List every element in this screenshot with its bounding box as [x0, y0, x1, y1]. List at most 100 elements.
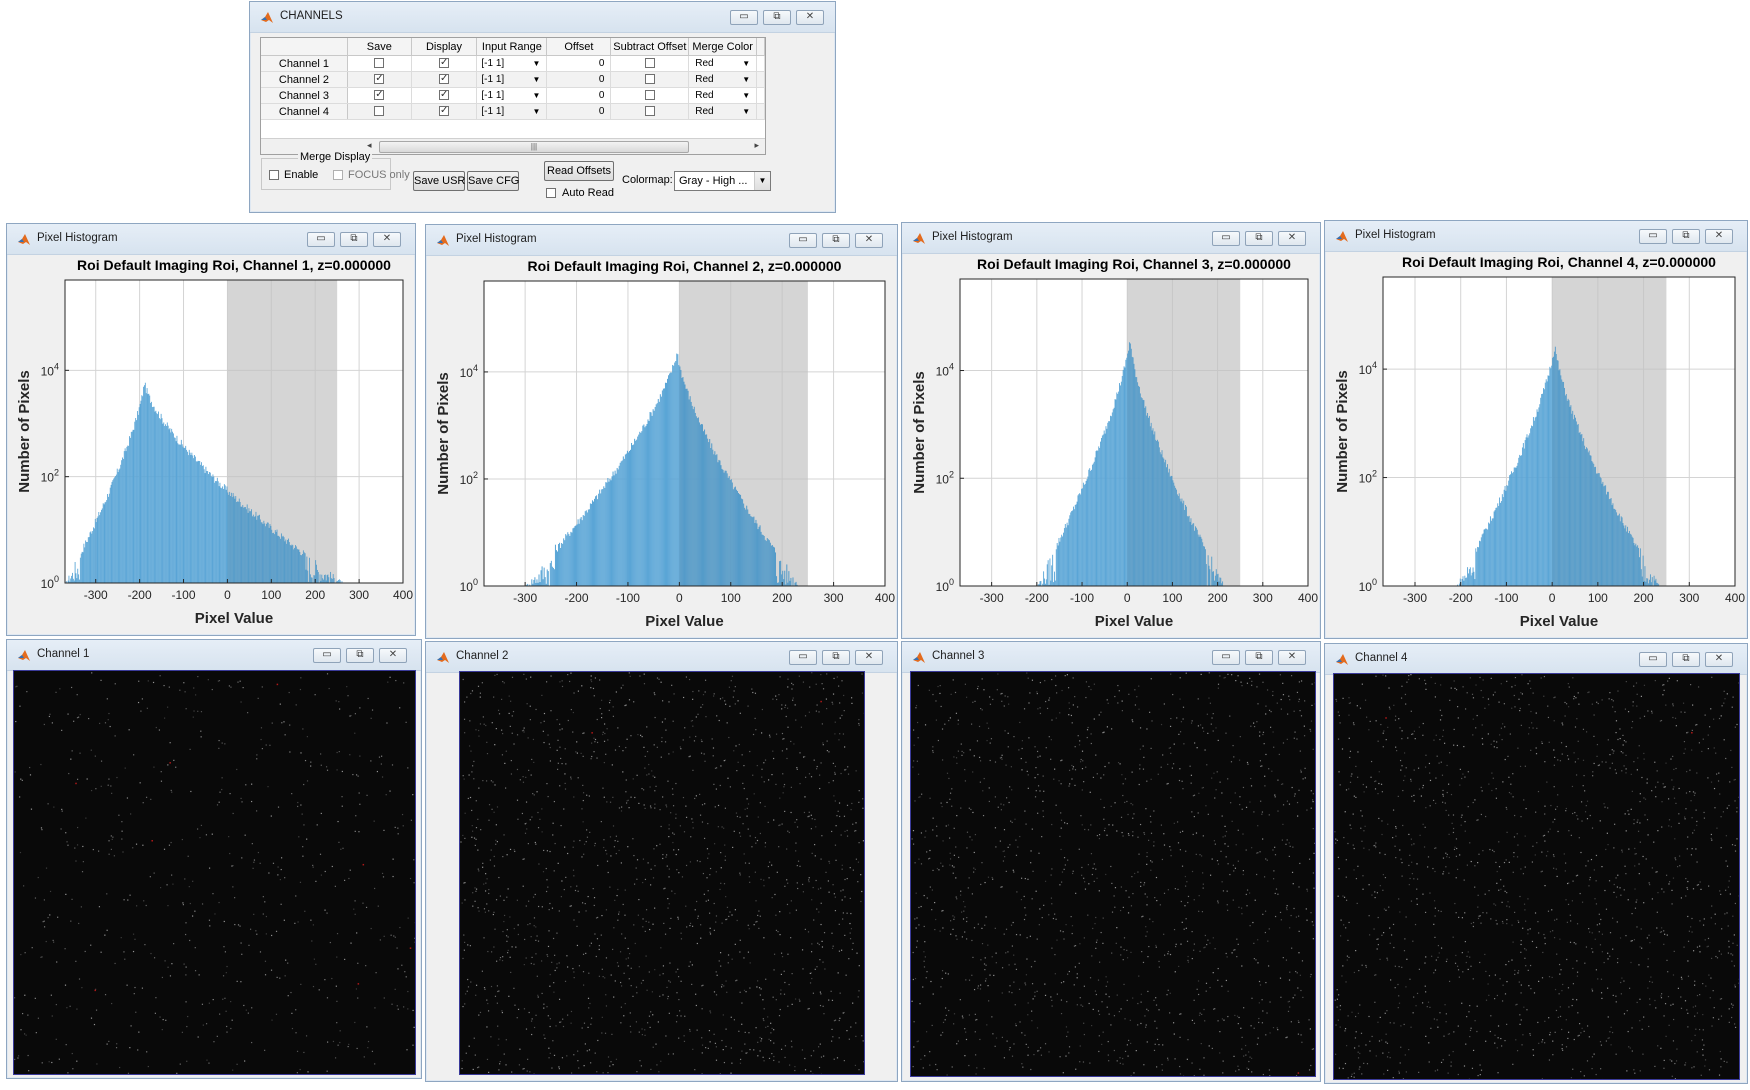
save-checkbox[interactable]: ✓ — [374, 74, 385, 85]
maximize-button[interactable]: ⧉ — [822, 650, 850, 665]
window-titlebar[interactable]: Pixel Histogram ▭ ⧉ ✕ — [1325, 221, 1747, 252]
subtract-offset-checkbox[interactable] — [644, 58, 655, 69]
close-button[interactable]: ✕ — [855, 650, 883, 665]
channel-image[interactable] — [1333, 673, 1740, 1080]
chevron-down-icon[interactable]: ▼ — [532, 75, 540, 84]
minimize-button[interactable]: ▭ — [307, 232, 335, 247]
input-range-cell[interactable]: [-1 1] ▼ — [476, 103, 548, 120]
merge-color-cell[interactable]: Red ▼ — [688, 71, 758, 88]
maximize-button[interactable]: ⧉ — [340, 232, 368, 247]
scroll-left-icon[interactable]: ◂ — [367, 140, 372, 151]
chevron-down-icon[interactable]: ▼ — [532, 59, 540, 68]
enable-checkbox[interactable] — [269, 170, 279, 180]
channel-image[interactable] — [459, 671, 865, 1075]
maximize-button[interactable]: ⧉ — [1245, 650, 1273, 665]
maximize-button[interactable]: ⧉ — [1672, 652, 1700, 667]
merge-color-cell[interactable]: Red ▼ — [688, 87, 758, 104]
input-range-cell[interactable]: [-1 1] ▼ — [476, 55, 548, 72]
minimize-button[interactable]: ▭ — [1212, 231, 1240, 246]
display-checkbox[interactable]: ✓ — [439, 106, 450, 117]
window-titlebar[interactable]: Channel 3 ▭ ⧉ ✕ — [902, 642, 1320, 673]
subtract-offset-checkbox[interactable] — [644, 74, 655, 85]
histogram-bar — [1550, 368, 1552, 586]
merge-color-cell[interactable]: Red ▼ — [688, 55, 758, 72]
input-range-value: [-1 1] — [481, 74, 505, 85]
channel-image[interactable] — [910, 671, 1316, 1077]
maximize-button[interactable]: ⧉ — [822, 233, 850, 248]
save-checkbox[interactable]: ✓ — [374, 90, 385, 101]
save-cfg-button[interactable]: Save CFG — [467, 171, 519, 191]
window-titlebar[interactable]: Pixel Histogram ▭ ⧉ ✕ — [426, 225, 897, 256]
display-checkbox[interactable]: ✓ — [439, 74, 450, 85]
minimize-button[interactable]: ▭ — [313, 648, 341, 663]
display-checkbox[interactable]: ✓ — [439, 58, 450, 69]
save-usr-button[interactable]: Save USR — [413, 171, 465, 191]
merge-color-cell[interactable]: Red ▼ — [688, 103, 758, 120]
histogram-bar — [108, 496, 109, 583]
input-range-cell[interactable]: [-1 1] ▼ — [476, 71, 548, 88]
window-titlebar[interactable]: Channel 2 ▭ ⧉ ✕ — [426, 642, 897, 673]
chevron-down-icon[interactable]: ▼ — [742, 59, 750, 68]
chevron-down-icon[interactable]: ▼ — [742, 91, 750, 100]
chevron-down-icon[interactable]: ▼ — [742, 107, 750, 116]
subtract-offset-checkbox[interactable] — [644, 106, 655, 117]
colormap-select[interactable]: Gray - High ... ▼ — [674, 171, 771, 191]
close-button[interactable]: ✕ — [855, 233, 883, 248]
maximize-button[interactable]: ⧉ — [763, 10, 791, 25]
read-offsets-button[interactable]: Read Offsets — [544, 161, 614, 181]
save-checkbox[interactable] — [374, 106, 385, 117]
chevron-down-icon[interactable]: ▼ — [532, 91, 540, 100]
channel-image[interactable] — [13, 670, 416, 1075]
histogram-bar — [118, 469, 120, 583]
close-button[interactable]: ✕ — [379, 648, 407, 663]
close-button[interactable]: ✕ — [373, 232, 401, 247]
histogram-bar — [594, 498, 596, 586]
chevron-down-icon[interactable]: ▼ — [532, 107, 540, 116]
histogram-bar — [186, 449, 188, 583]
minimize-button[interactable]: ▭ — [1212, 650, 1240, 665]
display-checkbox[interactable]: ✓ — [439, 90, 450, 101]
chevron-down-icon[interactable]: ▼ — [754, 172, 770, 190]
focus-only-checkbox[interactable] — [333, 170, 343, 180]
histogram-bar — [206, 470, 208, 583]
maximize-button[interactable]: ⧉ — [1672, 229, 1700, 244]
close-button[interactable]: ✕ — [1278, 650, 1306, 665]
x-tick-label: 300 — [1253, 591, 1273, 605]
window-titlebar[interactable]: Channel 4 ▭ ⧉ ✕ — [1325, 644, 1747, 675]
minimize-button[interactable]: ▭ — [1639, 652, 1667, 667]
window-titlebar[interactable]: Pixel Histogram ▭ ⧉ ✕ — [902, 223, 1320, 254]
histogram-bar — [576, 524, 578, 586]
window-titlebar[interactable]: Channel 1 ▭ ⧉ ✕ — [7, 640, 421, 671]
histogram-bar — [224, 485, 226, 583]
histogram-bar — [130, 431, 132, 583]
merge-color-value: Red — [695, 58, 714, 69]
close-button[interactable]: ✕ — [1705, 229, 1733, 244]
minimize-button[interactable]: ▭ — [730, 10, 758, 25]
maximize-button[interactable]: ⧉ — [1245, 231, 1273, 246]
scroll-thumb[interactable]: ||| — [379, 141, 689, 153]
offset-cell[interactable]: 0 — [546, 87, 612, 104]
close-button[interactable]: ✕ — [1705, 652, 1733, 667]
save-checkbox[interactable] — [374, 58, 385, 69]
scroll-right-icon[interactable]: ▸ — [754, 140, 759, 151]
offset-cell[interactable]: 0 — [546, 71, 612, 88]
offset-cell[interactable]: 0 — [546, 55, 612, 72]
close-button[interactable]: ✕ — [796, 10, 824, 25]
histogram-bar — [1107, 422, 1109, 586]
subtract-offset-checkbox[interactable] — [644, 90, 655, 101]
minimize-button[interactable]: ▭ — [789, 233, 817, 248]
histogram-bar — [197, 460, 199, 583]
maximize-button[interactable]: ⧉ — [346, 648, 374, 663]
minimize-button[interactable]: ▭ — [1639, 229, 1667, 244]
minimize-button[interactable]: ▭ — [789, 650, 817, 665]
offset-cell[interactable]: 0 — [546, 103, 612, 120]
auto-read-checkbox[interactable] — [546, 188, 556, 198]
histogram-bar — [1502, 497, 1504, 586]
channels-titlebar[interactable]: CHANNELS ▭ ⧉ ✕ — [250, 2, 835, 33]
chevron-down-icon[interactable]: ▼ — [742, 75, 750, 84]
histogram-plot: Roi Default Imaging Roi, Channel 4, z=0.… — [1334, 254, 1745, 630]
window-titlebar[interactable]: Pixel Histogram ▭ ⧉ ✕ — [7, 224, 415, 255]
histogram-bar — [183, 448, 185, 583]
close-button[interactable]: ✕ — [1278, 231, 1306, 246]
input-range-cell[interactable]: [-1 1] ▼ — [476, 87, 548, 104]
